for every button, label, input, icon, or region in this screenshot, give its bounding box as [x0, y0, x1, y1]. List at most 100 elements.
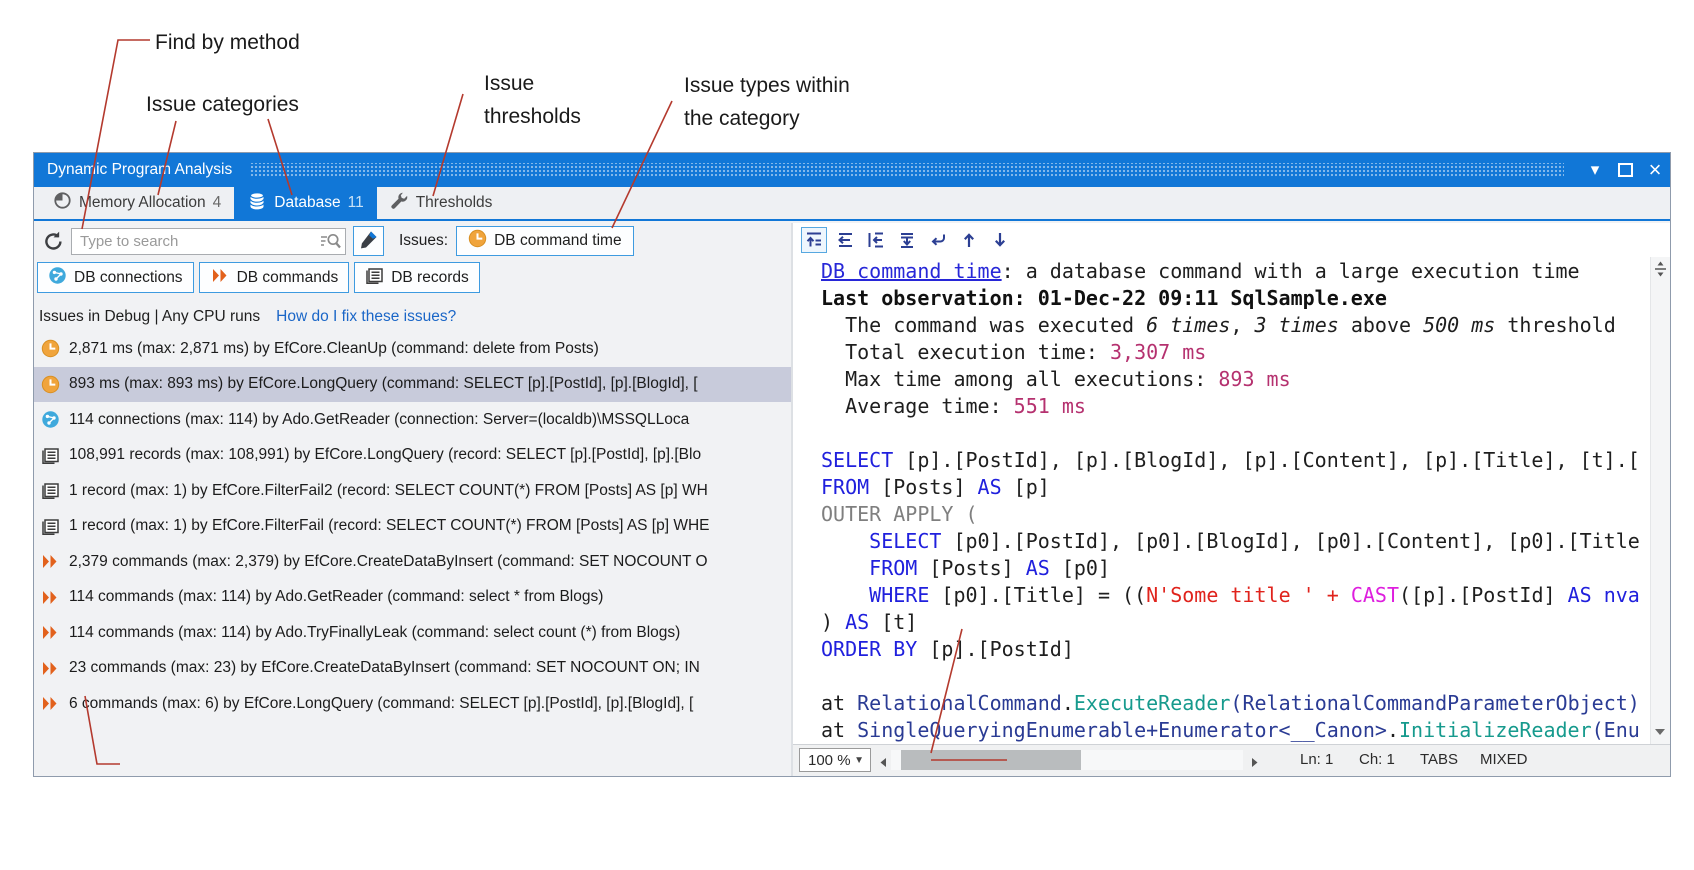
- filter-db-records[interactable]: DB records: [354, 262, 480, 293]
- category-filters: DB connections DB commands DB records: [37, 262, 791, 293]
- window-position-chevron-icon[interactable]: ▾: [1580, 153, 1610, 187]
- filter-db-connections[interactable]: DB connections: [37, 262, 194, 293]
- vertical-scrollbar[interactable]: [1650, 257, 1670, 745]
- filter-label: DB commands: [237, 269, 339, 287]
- line-number-status: Ln: 1: [1300, 751, 1333, 768]
- runs-scope-text: Issues in Debug | Any CPU runs: [39, 308, 260, 326]
- scrollbar-down-arrow-icon[interactable]: [1654, 723, 1666, 741]
- search-box: [71, 228, 346, 255]
- splitter-handle-icon[interactable]: [1653, 260, 1668, 283]
- issue-row-text: 2,379 commands (max: 2,379) by EfCore.Cr…: [69, 553, 708, 571]
- issue-details-panel: DB command time: a database command with…: [793, 223, 1670, 776]
- move-left-icon[interactable]: [863, 227, 889, 253]
- refresh-icon[interactable]: [42, 230, 65, 253]
- issue-row[interactable]: 114 connections (max: 114) by Ado.GetRea…: [34, 402, 791, 438]
- chevron-down-icon: ▼: [854, 755, 870, 766]
- maximize-icon[interactable]: [1610, 153, 1640, 187]
- annotation-issue-types: Issue types within the category: [684, 69, 850, 135]
- zoom-select[interactable]: 100 % ▼: [799, 748, 871, 772]
- annotation-issue-thresholds: Issue thresholds: [484, 67, 581, 133]
- tab-memory-allocation[interactable]: Memory Allocation 4: [40, 187, 234, 219]
- search-icon: [319, 232, 342, 256]
- scroll-right-arrow-icon[interactable]: [1251, 755, 1259, 772]
- issue-row[interactable]: 1 record (max: 1) by EfCore.FilterFail (…: [34, 509, 791, 545]
- issue-row[interactable]: 1 record (max: 1) by EfCore.FilterFail2 …: [34, 473, 791, 509]
- navigate-up-icon[interactable]: [956, 227, 982, 253]
- screenshot-canvas: Find by method Issue categories Issue th…: [0, 0, 1694, 870]
- issue-row[interactable]: 2,379 commands (max: 2,379) by EfCore.Cr…: [34, 544, 791, 580]
- issue-row[interactable]: 108,991 records (max: 108,991) by EfCore…: [34, 438, 791, 474]
- tab-label: Thresholds: [416, 194, 493, 212]
- annotation-issue-thresholds-line1: Issue: [484, 67, 581, 100]
- issue-row-text: 6 commands (max: 6) by EfCore.LongQuery …: [69, 695, 693, 713]
- commands-icon: [210, 267, 230, 289]
- issue-row[interactable]: 893 ms (max: 893 ms) by EfCore.LongQuery…: [34, 367, 791, 403]
- issue-list-panel: Issues: DB command time DB connections D…: [34, 223, 791, 776]
- window-title: Dynamic Program Analysis: [34, 161, 232, 179]
- issues-label: Issues:: [399, 232, 448, 250]
- tabs-mode-status: TABS: [1420, 751, 1458, 768]
- commands-icon: [40, 552, 60, 572]
- records-icon: [365, 266, 384, 290]
- issue-row-text: 1 record (max: 1) by EfCore.FilterFail2 …: [69, 482, 708, 500]
- issue-type-filter-label: DB command time: [494, 232, 621, 250]
- clock-icon: [40, 339, 60, 359]
- filter-db-commands[interactable]: DB commands: [199, 262, 350, 293]
- tab-count: 11: [348, 194, 364, 212]
- issue-row-text: 893 ms (max: 893 ms) by EfCore.LongQuery…: [69, 375, 698, 393]
- char-number-status: Ch: 1: [1359, 751, 1395, 768]
- pie-chart-icon: [53, 191, 72, 215]
- issue-row-text: 114 commands (max: 114) by Ado.GetReader…: [69, 588, 603, 606]
- annotation-issue-types-line2: the category: [684, 102, 850, 135]
- issue-type-filter-button[interactable]: DB command time: [456, 226, 633, 256]
- commands-icon: [40, 694, 60, 714]
- annotation-issue-thresholds-line2: thresholds: [484, 100, 581, 133]
- records-icon: [40, 516, 60, 536]
- maximize-square: [1618, 163, 1633, 177]
- issue-details-text: DB command time: a database command with…: [793, 257, 1650, 745]
- dynamic-program-analysis-window: Dynamic Program Analysis ▾ × Memory Allo…: [33, 152, 1671, 777]
- tab-thresholds[interactable]: Thresholds: [377, 187, 506, 219]
- issue-row[interactable]: 114 commands (max: 114) by Ado.GetReader…: [34, 580, 791, 616]
- commands-icon: [40, 587, 60, 607]
- issue-row[interactable]: 114 commands (max: 114) by Ado.TryFinall…: [34, 615, 791, 651]
- navigate-down-icon[interactable]: [987, 227, 1013, 253]
- search-input[interactable]: [71, 228, 346, 255]
- left-toolbar: Issues: DB command time: [34, 223, 791, 259]
- horizontal-scrollbar-thumb[interactable]: [901, 750, 1081, 770]
- titlebar-grip-dots[interactable]: [250, 163, 1564, 177]
- tab-database[interactable]: Database 11: [234, 187, 376, 219]
- wrench-icon: [390, 191, 409, 215]
- issue-row-text: 108,991 records (max: 108,991) by EfCore…: [69, 446, 701, 464]
- filter-label: DB connections: [74, 269, 183, 287]
- issue-row[interactable]: 6 commands (max: 6) by EfCore.LongQuery …: [34, 686, 791, 722]
- scroll-left-arrow-icon[interactable]: [879, 755, 887, 772]
- issue-row[interactable]: 23 commands (max: 23) by EfCore.CreateDa…: [34, 651, 791, 687]
- issue-type-link[interactable]: DB command time: [821, 259, 1002, 283]
- tab-count: 4: [213, 194, 222, 212]
- issue-list: 2,871 ms (max: 2,871 ms) by EfCore.Clean…: [34, 331, 791, 722]
- details-content: DB command time: a database command with…: [793, 257, 1670, 745]
- commands-icon: [40, 658, 60, 678]
- records-icon: [40, 445, 60, 465]
- wrap-return-icon[interactable]: [925, 227, 951, 253]
- annotation-find-by-method: Find by method: [155, 26, 300, 59]
- move-to-start-icon[interactable]: [832, 227, 858, 253]
- tab-label: Database: [274, 194, 340, 212]
- connections-icon: [40, 410, 60, 430]
- annotation-issue-categories: Issue categories: [146, 88, 299, 121]
- database-icon: [247, 191, 267, 216]
- details-status-bar: 100 % ▼ Ln: 1 Ch: 1 TABS MIXED: [793, 744, 1670, 776]
- marker-pen-button[interactable]: [353, 226, 384, 256]
- window-body: Issues: DB command time DB connections D…: [34, 223, 1670, 776]
- issue-row[interactable]: 2,871 ms (max: 2,871 ms) by EfCore.Clean…: [34, 331, 791, 367]
- marker-pen-icon: [359, 229, 379, 254]
- fix-issues-link[interactable]: How do I fix these issues?: [276, 308, 456, 326]
- category-tab-strip: Memory Allocation 4 Database 11 Threshol…: [34, 187, 1670, 221]
- horizontal-scrollbar[interactable]: [891, 750, 1243, 770]
- close-icon[interactable]: ×: [1640, 153, 1670, 187]
- list-header: Issues in Debug | Any CPU runs How do I …: [34, 305, 791, 329]
- move-down-icon[interactable]: [894, 227, 920, 253]
- issue-row-text: 114 commands (max: 114) by Ado.TryFinall…: [69, 624, 680, 642]
- scroll-to-top-icon[interactable]: [801, 227, 827, 253]
